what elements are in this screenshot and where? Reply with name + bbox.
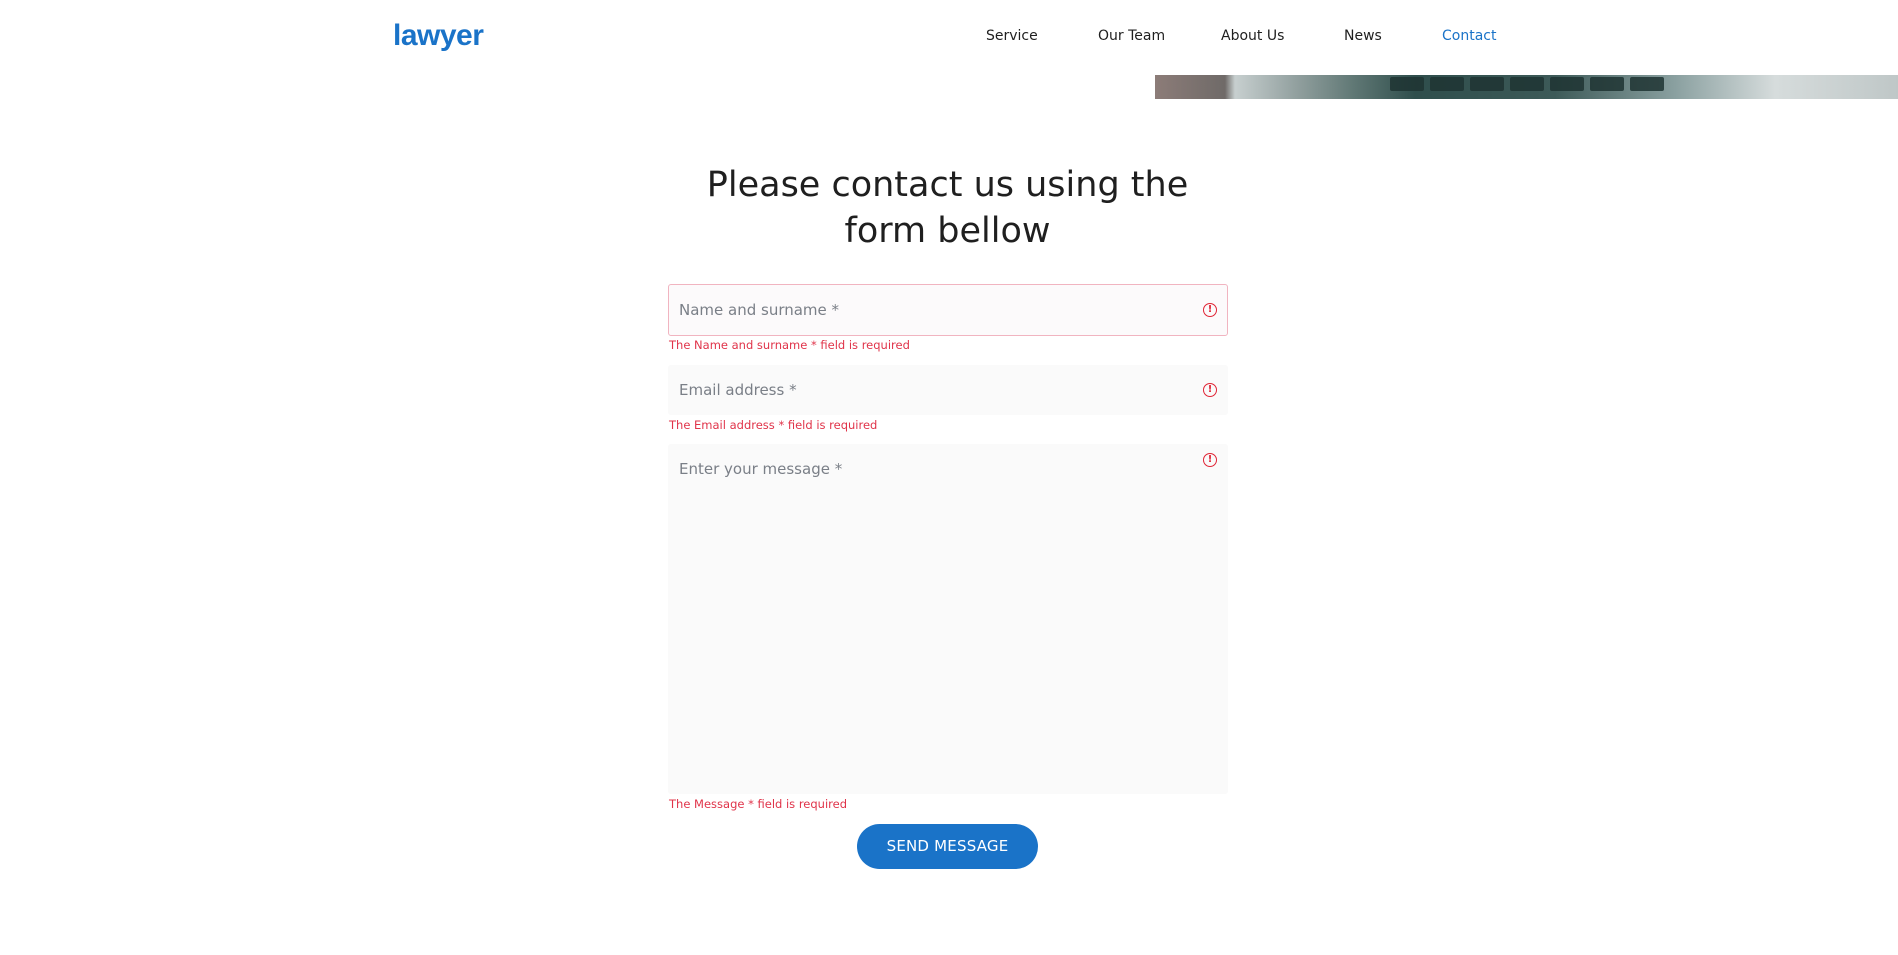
page-title-line-1: Please contact us using the: [706, 165, 1189, 205]
error-icon: !: [1203, 303, 1217, 317]
name-field[interactable]: Name and surname * !: [668, 284, 1228, 336]
email-field[interactable]: Email address * !: [668, 365, 1228, 415]
message-field-placeholder: Enter your message *: [679, 460, 843, 478]
error-icon: !: [1203, 383, 1217, 397]
send-message-button[interactable]: SEND MESSAGE: [857, 824, 1038, 869]
name-field-error: The Name and surname * field is required: [669, 338, 910, 352]
email-field-placeholder: Email address *: [679, 381, 797, 399]
name-field-placeholder: Name and surname *: [679, 301, 840, 319]
nav-item-our-team[interactable]: Our Team: [1098, 26, 1165, 46]
logo[interactable]: lawyer: [393, 18, 484, 54]
hero-image: [1155, 75, 1898, 99]
error-icon: !: [1203, 453, 1217, 467]
message-field-error: The Message * field is required: [669, 797, 848, 811]
email-field-error: The Email address * field is required: [669, 418, 878, 432]
nav-item-service[interactable]: Service: [986, 26, 1038, 46]
nav-item-contact[interactable]: Contact: [1442, 26, 1496, 46]
nav-item-news[interactable]: News: [1344, 26, 1382, 46]
nav-item-about-us[interactable]: About Us: [1221, 26, 1284, 46]
message-field[interactable]: Enter your message * !: [668, 444, 1228, 794]
page-title-line-2: form bellow: [844, 211, 1051, 251]
page-title: Please contact us using the form bellow: [600, 162, 1295, 254]
